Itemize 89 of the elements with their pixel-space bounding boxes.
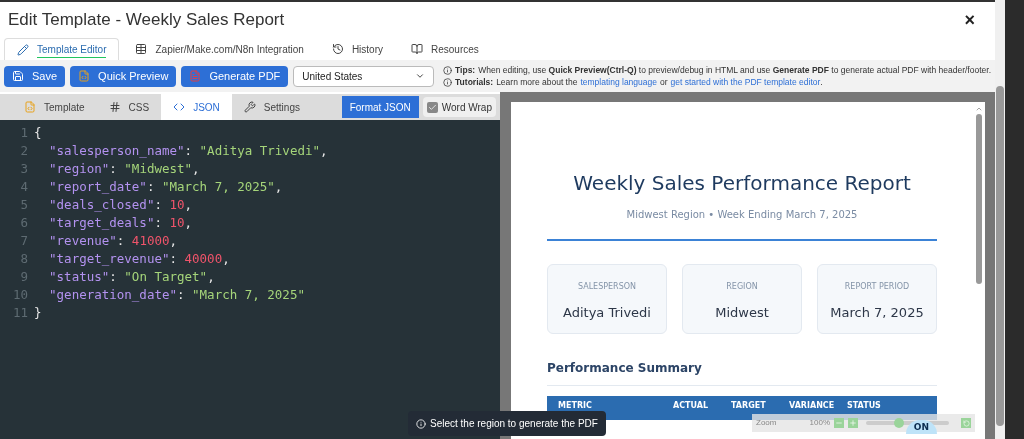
column-header: VARIANCE <box>789 400 836 412</box>
code-line: } <box>34 304 42 322</box>
editor-tab[interactable]: Template <box>12 94 97 120</box>
editor-tab[interactable]: JSON <box>161 94 232 120</box>
minus-icon <box>834 419 843 427</box>
scroll-up-icon[interactable] <box>975 105 983 113</box>
column-header: ACTUAL <box>673 400 710 412</box>
zoom-out-button[interactable] <box>834 418 844 428</box>
column-header: TARGET <box>731 400 767 412</box>
pencil-icon <box>17 43 29 56</box>
code-line: { <box>34 124 42 142</box>
reset-button[interactable] <box>961 418 971 428</box>
zoom-value: 100% <box>809 417 830 429</box>
line-number: 2 <box>19 142 29 160</box>
book-icon <box>411 43 423 55</box>
scrollbar-thumb[interactable] <box>996 86 1004 426</box>
line-number: 5 <box>19 196 29 214</box>
tip-text: or <box>660 76 668 88</box>
line-number: 3 <box>19 160 29 178</box>
tab[interactable]: Template Editor <box>4 38 120 60</box>
info-icon <box>443 77 453 87</box>
code-line: "region": "Midwest", <box>48 160 200 178</box>
window-title: Edit Template - Weekly Sales Report <box>8 9 285 32</box>
code-line: "report_date": "March 7, 2025", <box>48 178 283 196</box>
code-icon <box>173 101 186 113</box>
code-line: "status": "On Target", <box>48 268 215 286</box>
plus-icon <box>848 419 857 427</box>
line-number: 9 <box>19 268 29 286</box>
tooltip-text: Select the region to generate the PDF <box>430 417 598 431</box>
info-icon <box>443 65 453 75</box>
format-json-button[interactable]: Format JSON <box>341 96 419 118</box>
word-wrap-checkbox[interactable]: Word Wrap <box>422 97 496 117</box>
scrollbar-thumb[interactable] <box>976 114 982 284</box>
toolbar-button[interactable]: Save <box>4 65 66 87</box>
tip-label: Tutorials: <box>455 76 494 88</box>
report-title: Weekly Sales Performance Report <box>573 170 911 197</box>
section-heading: Performance Summary <box>547 360 702 377</box>
toolbar-button[interactable]: Quick Preview <box>70 65 177 87</box>
hash-icon <box>108 101 121 113</box>
card-value: Aditya Trivedi <box>563 304 651 322</box>
tip-label: Tips: <box>455 64 476 76</box>
zoom-in-button[interactable] <box>847 418 858 428</box>
tutorial-link[interactable]: get started with the PDF template editor <box>670 76 821 88</box>
card-label: REPORT PERIOD <box>844 281 910 293</box>
editor-tab[interactable]: Settings <box>231 94 312 120</box>
file-code-icon <box>24 101 36 113</box>
chevron-down-icon <box>415 71 426 81</box>
wrench-icon <box>243 101 256 113</box>
card-value: Midwest <box>715 304 769 322</box>
line-number: 6 <box>19 214 29 232</box>
line-number: 7 <box>19 232 29 250</box>
slider-thumb[interactable] <box>894 418 905 428</box>
table-icon <box>135 43 148 55</box>
line-number: 1 <box>19 124 29 142</box>
tip-text: . <box>820 76 823 88</box>
line-number: 10 <box>11 286 29 304</box>
tutorial-link[interactable]: templating language <box>580 76 657 88</box>
reset-icon <box>962 419 970 427</box>
line-number: 11 <box>11 304 29 322</box>
file-code-icon <box>78 70 91 82</box>
history-icon <box>331 43 344 55</box>
tab[interactable]: Resources <box>399 38 491 60</box>
close-button[interactable]: × <box>964 6 975 34</box>
tip-text: When editing, use Quick Preview(Ctrl-Q) to preview/debug in HTML and use Generate PDF to generate actual PDF with header/footer. <box>478 64 991 76</box>
zoom-label: Zoom <box>756 417 778 429</box>
card-label: REGION <box>726 281 758 293</box>
toolbar-button[interactable]: Generate PDF <box>181 65 289 87</box>
file-icon <box>189 70 202 82</box>
check-icon <box>427 102 437 112</box>
card-label: SALESPERSON <box>577 281 637 293</box>
column-header: METRIC <box>557 400 593 412</box>
report-subtitle: Midwest Region • Week Ending March 7, 2025 <box>626 208 858 222</box>
tab[interactable]: Zapier/Make.com/N8n Integration <box>123 38 316 60</box>
zoom-slider[interactable] <box>865 421 950 425</box>
code-line: "salesperson_name": "Aditya Trivedi", <box>48 142 328 160</box>
info-icon <box>416 418 426 429</box>
code-line: "target_revenue": 40000, <box>48 250 230 268</box>
card-value: March 7, 2025 <box>830 304 924 322</box>
column-header: STATUS <box>847 400 882 412</box>
country-select[interactable]: United States <box>293 65 435 87</box>
tip-text: Learn more about the <box>496 76 578 88</box>
code-line: "revenue": 41000, <box>48 232 178 250</box>
line-number: 4 <box>19 178 29 196</box>
line-number: 8 <box>19 250 29 268</box>
code-line: "target_deals": 10, <box>48 214 193 232</box>
editor-tab[interactable]: CSS <box>96 94 162 120</box>
code-line: "generation_date": "March 7, 2025" <box>48 286 305 304</box>
tab[interactable]: History <box>319 38 395 60</box>
code-line: "deals_closed": 10, <box>48 196 193 214</box>
